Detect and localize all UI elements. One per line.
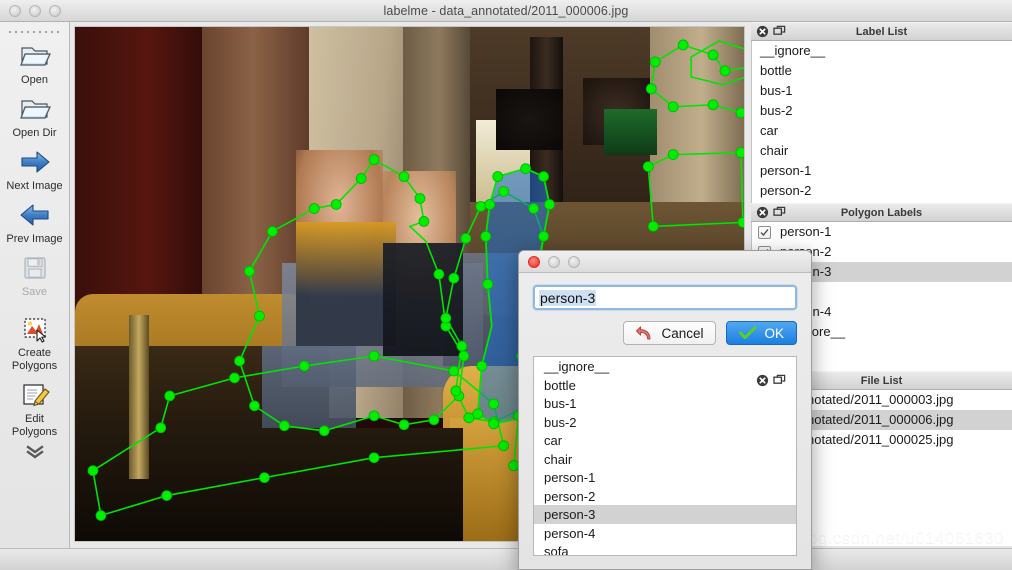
left-toolbar: Open Open Dir Next Image Prev Image Save… xyxy=(0,22,70,548)
toolbar-label-edit-polygons: Edit Polygons xyxy=(11,413,58,438)
list-item[interactable]: car xyxy=(534,431,796,450)
toolbar-button-edit-polygons[interactable]: Edit Polygons xyxy=(0,376,69,442)
toolbar-label-prev-image: Prev Image xyxy=(6,233,63,245)
float-window-icon[interactable] xyxy=(773,206,786,219)
toolbar-separator xyxy=(6,307,63,308)
dialog-minimize-button[interactable] xyxy=(548,255,560,268)
window-titlebar: labelme - data_annotated/2011_000006.jpg xyxy=(0,0,1012,22)
toolbar-label-save: Save xyxy=(21,286,48,298)
label-list-body[interactable]: __ignore__ bottle bus-1 bus-2 car chair … xyxy=(751,41,1012,203)
ok-button[interactable]: OK xyxy=(726,321,797,345)
toolbar-button-save[interactable]: Save xyxy=(0,249,69,302)
open-folder-icon xyxy=(18,94,52,124)
toolbar-drag-handle[interactable] xyxy=(7,27,62,35)
toolbar-label-open-dir: Open Dir xyxy=(12,127,57,139)
toolbar-button-next-image[interactable]: Next Image xyxy=(0,143,69,196)
label-input-value: person-3 xyxy=(539,289,597,306)
list-item[interactable]: person-2 xyxy=(752,181,1012,201)
list-item[interactable]: chair xyxy=(534,450,796,469)
list-item[interactable]: __ignore__ xyxy=(752,41,1012,61)
window-title: labelme - data_annotated/2011_000006.jpg xyxy=(383,3,629,18)
dialog-zoom-button[interactable] xyxy=(568,255,580,268)
list-item[interactable]: person-3 xyxy=(534,505,796,524)
list-item[interactable]: sofa xyxy=(534,542,796,555)
list-item[interactable]: person-4 xyxy=(534,524,796,543)
window-minimize-button[interactable] xyxy=(29,4,41,17)
toolbar-label-next-image: Next Image xyxy=(6,180,63,192)
dialog-buttons: Cancel OK xyxy=(533,321,797,345)
floppy-disk-icon xyxy=(18,253,52,283)
dialog-window-controls[interactable] xyxy=(528,255,580,268)
list-item[interactable]: bottle xyxy=(752,61,1012,81)
checkbox-icon[interactable] xyxy=(758,225,771,239)
list-item[interactable]: bus-1 xyxy=(534,394,796,413)
window-zoom-button[interactable] xyxy=(49,4,61,17)
open-folder-icon xyxy=(18,41,52,71)
list-item[interactable]: person-1 xyxy=(534,468,796,487)
list-item[interactable]: car xyxy=(752,121,1012,141)
label-dialog[interactable]: person-3 Cancel OK __ignore__ bottle bus… xyxy=(518,250,812,570)
undo-arrow-icon xyxy=(636,325,651,339)
list-item[interactable]: person-1 xyxy=(752,161,1012,181)
arrow-right-icon xyxy=(18,147,52,177)
cancel-button[interactable]: Cancel xyxy=(623,321,717,345)
toolbar-overflow-button[interactable] xyxy=(0,442,69,460)
list-item[interactable]: chair xyxy=(752,141,1012,161)
arrow-left-icon xyxy=(18,200,52,230)
list-item[interactable]: bus-1 xyxy=(752,81,1012,101)
float-window-icon[interactable] xyxy=(773,25,786,38)
polygon-label-text: person-1 xyxy=(780,224,832,239)
check-icon xyxy=(739,326,758,339)
toolbar-label-create-polygons: Create Polygons xyxy=(11,347,58,372)
window-controls[interactable] xyxy=(9,4,61,17)
polygon-label-row[interactable]: person-1 xyxy=(752,222,1012,242)
close-icon[interactable] xyxy=(756,25,769,38)
label-list-title: Label List xyxy=(855,25,908,38)
labelme-window: labelme - data_annotated/2011_000006.jpg… xyxy=(0,0,1012,570)
label-input[interactable]: person-3 xyxy=(533,285,797,310)
toolbar-label-open: Open xyxy=(21,74,48,86)
list-item[interactable]: bus-2 xyxy=(752,101,1012,121)
dialog-titlebar xyxy=(519,251,811,273)
list-item[interactable]: __ignore__ xyxy=(534,357,796,376)
double-chevron-down-icon xyxy=(25,445,44,459)
panel-label-list: Label List __ignore__ bottle bus-1 bus-2… xyxy=(751,22,1012,203)
status-bar xyxy=(0,548,1012,570)
create-polygon-icon xyxy=(18,314,52,344)
polygon-labels-title: Polygon Labels xyxy=(840,206,923,219)
ok-button-label: OK xyxy=(764,325,784,341)
cancel-button-label: Cancel xyxy=(661,325,704,341)
list-item[interactable]: person-2 xyxy=(534,487,796,506)
toolbar-button-open-dir[interactable]: Open Dir xyxy=(0,90,69,143)
polygon-labels-titlebar: Polygon Labels xyxy=(751,203,1012,222)
dialog-body: person-3 Cancel OK xyxy=(519,273,811,345)
toolbar-button-open[interactable]: Open xyxy=(0,37,69,90)
close-icon[interactable] xyxy=(756,206,769,219)
toolbar-button-prev-image[interactable]: Prev Image xyxy=(0,196,69,249)
dialog-close-button[interactable] xyxy=(528,255,540,268)
window-close-button[interactable] xyxy=(9,4,21,17)
float-window-icon[interactable] xyxy=(773,374,786,387)
label-list-titlebar: Label List xyxy=(751,22,1012,41)
close-icon[interactable] xyxy=(756,374,769,387)
edit-polygon-icon xyxy=(18,380,52,410)
toolbar-button-create-polygons[interactable]: Create Polygons xyxy=(0,310,69,376)
list-item[interactable]: bus-2 xyxy=(534,413,796,432)
